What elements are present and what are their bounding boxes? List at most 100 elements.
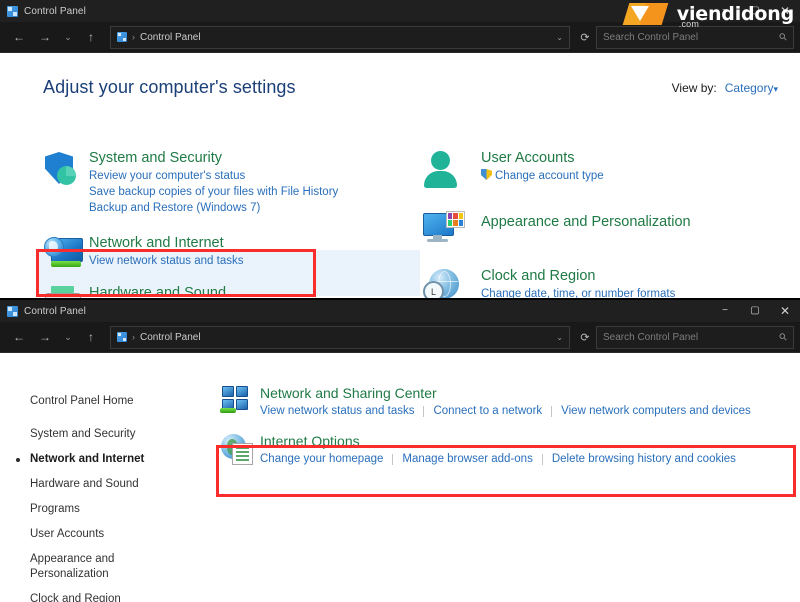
clock-globe-icon: L: [423, 269, 463, 300]
category-clock-and-region[interactable]: L Clock and Region Change date, time, or…: [423, 267, 793, 300]
screenshot-root: Control Panel − ▢ ✕ ← → ⌄ ↑ › Control Pa…: [0, 0, 800, 602]
category-user-accounts[interactable]: User Accounts Change account type: [423, 149, 793, 209]
group-link[interactable]: View network status and tasks: [260, 403, 414, 419]
category-text: Clock and Region Change date, time, or n…: [481, 267, 675, 300]
control-panel-window-1: Control Panel − ▢ ✕ ← → ⌄ ↑ › Control Pa…: [0, 0, 800, 300]
viendidong-watermark: viendidong .com: [622, 1, 794, 28]
address-bar[interactable]: › Control Panel ⌄: [110, 25, 570, 49]
appearance-icon: [423, 211, 465, 245]
category-icon-wrap: [423, 209, 481, 245]
recent-locations-button[interactable]: ⌄: [58, 325, 78, 349]
breadcrumb: Control Panel: [140, 31, 201, 43]
sidebar-item-control-panel-home[interactable]: Control Panel Home: [30, 389, 205, 414]
group-title[interactable]: Network and Sharing Center: [260, 383, 751, 403]
view-by-dropdown[interactable]: Category▾: [725, 81, 778, 95]
refresh-button[interactable]: ⟳: [574, 25, 596, 49]
group-network-and-sharing-center[interactable]: Network and Sharing Center View network …: [220, 383, 794, 431]
control-panel-sidebar: Control Panel Home System and Security N…: [16, 389, 205, 602]
breadcrumb: Control Panel: [140, 331, 201, 343]
sidebar-item-hardware-and-sound[interactable]: Hardware and Sound: [30, 472, 205, 497]
category-icon-wrap: L: [423, 267, 481, 300]
forward-button[interactable]: →: [32, 25, 58, 49]
category-title[interactable]: Appearance and Personalization: [481, 213, 691, 232]
category-link-row[interactable]: Change account type: [481, 168, 604, 184]
view-by-label: View by:: [671, 81, 717, 95]
window2-titlebar[interactable]: Control Panel − ▢ ✕: [0, 300, 800, 322]
link-divider: [423, 405, 425, 417]
annotation-box-network-and-internet: [36, 249, 316, 297]
up-button[interactable]: ↑: [78, 25, 104, 49]
category-appearance-and-personalization[interactable]: Appearance and Personalization: [423, 209, 793, 267]
sidebar-item-system-and-security[interactable]: System and Security: [30, 422, 205, 447]
category-title[interactable]: Clock and Region: [481, 267, 675, 286]
group-icon-wrap: [220, 383, 260, 419]
address-control-panel-icon: [117, 32, 127, 42]
search-input[interactable]: Search Control Panel ⚲: [596, 325, 794, 349]
up-button[interactable]: ↑: [78, 325, 104, 349]
view-by-value: Category: [724, 81, 774, 95]
sidebar-item-network-and-internet[interactable]: Network and Internet: [16, 447, 205, 472]
search-icon: ⚲: [776, 30, 790, 44]
address-bar[interactable]: › Control Panel ⌄: [110, 325, 570, 349]
category-text: System and Security Review your computer…: [89, 149, 338, 216]
category-text: User Accounts Change account type: [481, 149, 604, 187]
search-icon: ⚲: [776, 330, 790, 344]
annotation-box-network-and-sharing-center: [216, 445, 796, 497]
address-control-panel-icon: [117, 332, 127, 342]
watermark-suffix: .com: [678, 18, 700, 29]
color-palette-icon: [446, 211, 465, 228]
group-text: Network and Sharing Center View network …: [260, 383, 751, 419]
close-button[interactable]: ✕: [770, 300, 800, 322]
category-column-right: User Accounts Change account type Appear…: [423, 149, 793, 300]
group-link[interactable]: Connect to a network: [433, 403, 542, 419]
control-panel-icon: [7, 5, 18, 17]
group-link[interactable]: View network computers and devices: [561, 403, 751, 419]
recent-locations-button[interactable]: ⌄: [58, 25, 78, 49]
category-title[interactable]: User Accounts: [481, 149, 604, 168]
chevron-down-icon: ▾: [773, 84, 778, 94]
category-link[interactable]: Save backup copies of your files with Fi…: [89, 184, 338, 200]
category-icon-wrap: [423, 149, 481, 188]
sidebar-item-user-accounts[interactable]: User Accounts: [30, 522, 205, 547]
user-icon: [423, 151, 463, 188]
category-system-and-security[interactable]: System and Security Review your computer…: [43, 149, 423, 234]
search-placeholder: Search Control Panel: [603, 31, 699, 43]
search-input[interactable]: Search Control Panel ⚲: [596, 25, 794, 49]
viendidong-wordmark: viendidong .com: [677, 4, 794, 28]
back-button[interactable]: ←: [6, 325, 32, 349]
search-placeholder: Search Control Panel: [603, 331, 699, 343]
minimize-button[interactable]: −: [710, 300, 740, 322]
category-link[interactable]: Backup and Restore (Windows 7): [89, 200, 338, 216]
window2-navbar: ← → ⌄ ↑ › Control Panel ⌄ ⟳ Search Contr…: [0, 322, 800, 353]
sidebar-item-programs[interactable]: Programs: [30, 497, 205, 522]
page-title: Adjust your computer's settings: [43, 77, 296, 97]
category-link: Change account type: [495, 170, 604, 182]
uac-shield-icon: [481, 169, 492, 180]
category-icon-wrap: [43, 149, 89, 216]
category-title[interactable]: System and Security: [89, 149, 338, 168]
network-sharing-icon: [220, 386, 254, 416]
category-text: Appearance and Personalization: [481, 209, 691, 245]
group-links: View network status and tasks Connect to…: [260, 403, 751, 419]
back-button[interactable]: ←: [6, 25, 32, 49]
window2-body: Control Panel Home System and Security N…: [0, 353, 800, 602]
link-divider: [551, 405, 553, 417]
breadcrumb-separator-icon: ›: [132, 332, 135, 342]
refresh-button[interactable]: ⟳: [574, 325, 596, 349]
breadcrumb-separator-icon: ›: [132, 32, 135, 42]
maximize-button[interactable]: ▢: [740, 300, 770, 322]
forward-button[interactable]: →: [32, 325, 58, 349]
window2-title: Control Panel: [24, 305, 86, 317]
shield-icon: [43, 151, 79, 187]
category-link[interactable]: Review your computer's status: [89, 168, 338, 184]
viendidong-logo-icon: [622, 1, 672, 27]
control-panel-window-2: Control Panel − ▢ ✕ ← → ⌄ ↑ › Control Pa…: [0, 298, 800, 602]
window1-body: Adjust your computer's settings View by:…: [0, 53, 800, 300]
chevron-down-icon[interactable]: ⌄: [556, 33, 563, 42]
control-panel-icon: [7, 305, 18, 317]
window1-title: Control Panel: [24, 5, 86, 17]
sidebar-item-appearance-and-personalization[interactable]: Appearance and Personalization: [30, 547, 125, 587]
view-by-control: View by: Category▾: [672, 81, 778, 95]
window2-controls: − ▢ ✕: [710, 300, 800, 322]
chevron-down-icon[interactable]: ⌄: [556, 333, 563, 342]
